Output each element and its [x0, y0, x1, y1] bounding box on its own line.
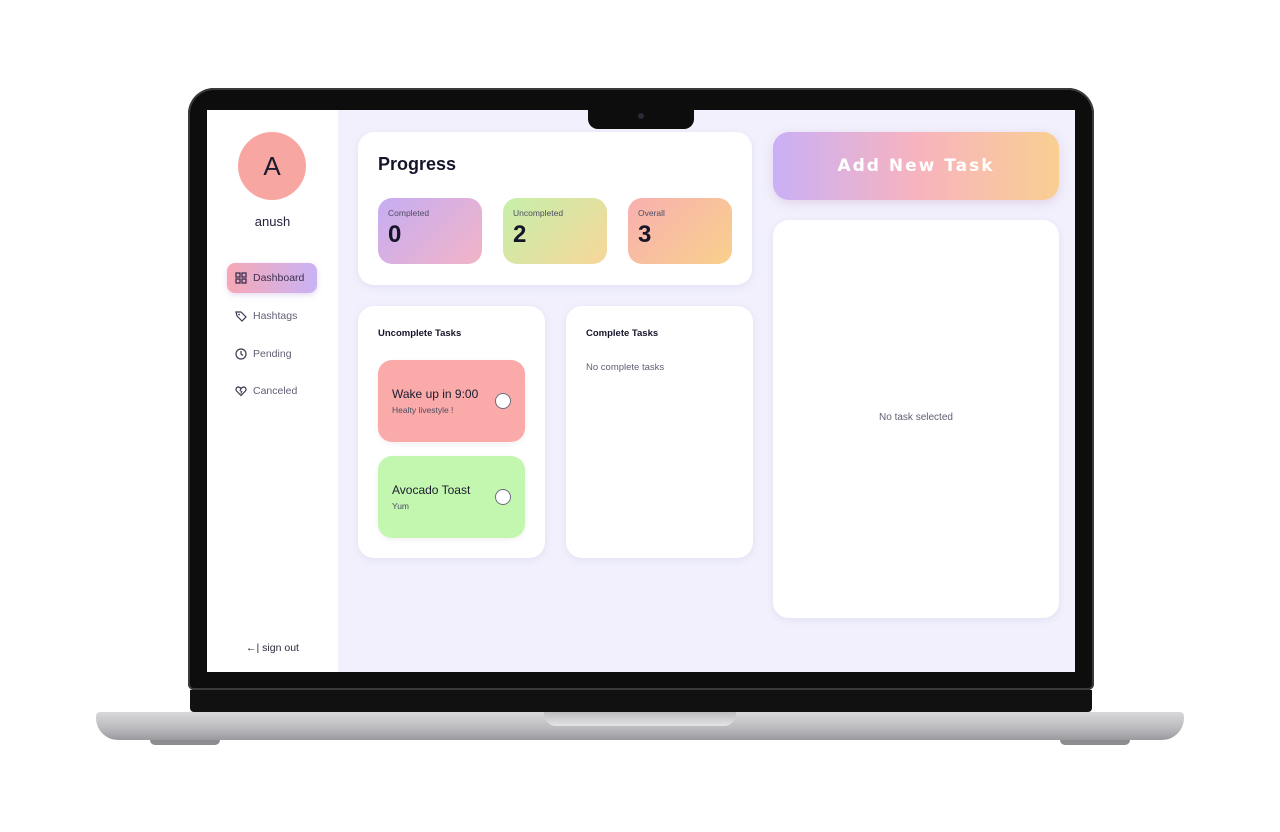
- empty-state-text: No complete tasks: [586, 362, 665, 373]
- sign-out-link[interactable]: ←| sign out: [207, 642, 338, 654]
- stat-uncompleted: Uncompleted 2: [503, 198, 607, 264]
- sidebar-item-canceled[interactable]: Canceled: [227, 376, 317, 406]
- task-detail-panel: No task selected: [773, 220, 1059, 618]
- sidebar: A anush Dashboard Hashtags Pending Cance…: [207, 110, 338, 672]
- sidebar-item-hashtags[interactable]: Hashtags: [227, 301, 317, 331]
- sidebar-item-label: Canceled: [253, 385, 298, 397]
- uncomplete-tasks-card: Uncomplete Tasks Wake up in 9:00 Healty …: [358, 306, 545, 558]
- task-complete-checkbox[interactable]: [495, 489, 511, 505]
- stat-label: Overall: [638, 208, 665, 218]
- sidebar-item-label: Pending: [253, 348, 292, 360]
- stat-overall: Overall 3: [628, 198, 732, 264]
- camera-notch: [588, 108, 694, 129]
- laptop-foot-left: [150, 740, 220, 745]
- progress-card: Progress Completed 0 Uncompleted 2 Overa…: [358, 132, 752, 285]
- task-complete-checkbox[interactable]: [495, 393, 511, 409]
- clock-icon: [235, 348, 247, 360]
- avatar[interactable]: A: [238, 132, 306, 200]
- app-screen: A anush Dashboard Hashtags Pending Cance…: [207, 110, 1075, 672]
- tag-icon: [235, 311, 247, 322]
- dashboard-icon: [235, 272, 247, 284]
- add-new-task-button[interactable]: Add New Task: [773, 132, 1059, 200]
- uncomplete-tasks-heading: Uncomplete Tasks: [378, 328, 462, 339]
- laptop-chin: [190, 690, 1092, 712]
- sidebar-item-label: Hashtags: [253, 310, 298, 322]
- stat-value: 0: [388, 221, 402, 248]
- empty-state-text: No task selected: [879, 412, 953, 423]
- stat-value: 2: [513, 221, 527, 248]
- complete-tasks-card: Complete Tasks No complete tasks: [566, 306, 753, 558]
- camera-icon: [638, 113, 644, 119]
- stat-label: Completed: [388, 208, 430, 218]
- task-card[interactable]: Avocado Toast Yum: [378, 456, 525, 538]
- broken-heart-icon: [235, 386, 247, 397]
- complete-tasks-heading: Complete Tasks: [586, 328, 659, 339]
- task-card[interactable]: Wake up in 9:00 Healty livestyle !: [378, 360, 525, 442]
- sidebar-item-label: Dashboard: [253, 272, 305, 284]
- laptop-opening-groove: [544, 712, 736, 726]
- stat-completed: Completed 0: [378, 198, 482, 264]
- sidebar-item-pending[interactable]: Pending: [227, 339, 317, 369]
- progress-title: Progress: [378, 154, 457, 174]
- username: anush: [254, 214, 291, 229]
- stat-label: Uncompleted: [513, 208, 564, 218]
- sidebar-item-dashboard[interactable]: Dashboard: [227, 263, 317, 293]
- laptop-foot-right: [1060, 740, 1130, 745]
- stat-value: 3: [638, 221, 652, 248]
